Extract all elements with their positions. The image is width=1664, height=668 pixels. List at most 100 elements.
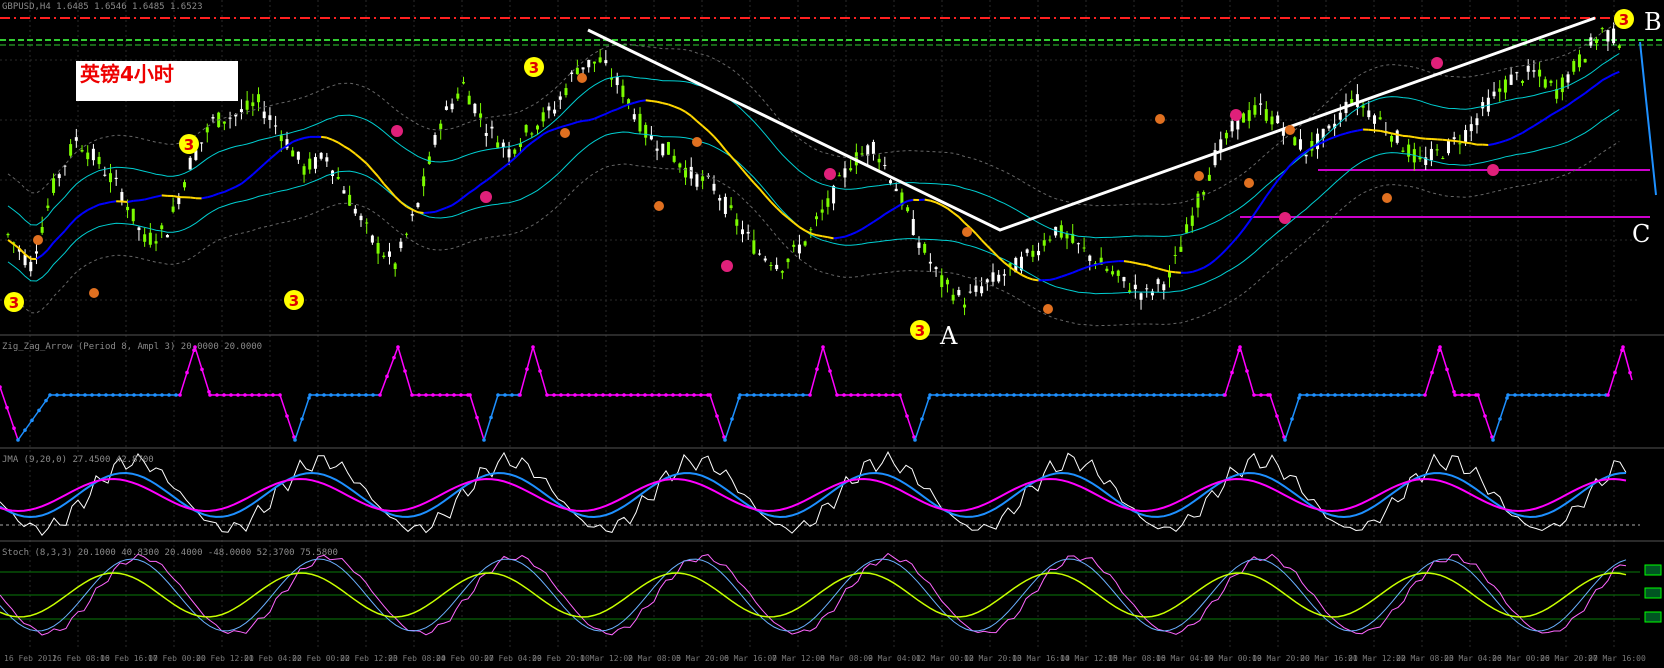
ma-segment [1254, 204, 1262, 214]
zigzag-dot [23, 428, 27, 432]
zigzag-dot [264, 393, 268, 397]
ma-segment [190, 196, 197, 200]
zigzag-dot [55, 393, 59, 397]
candle-body [547, 106, 551, 111]
ma-segment [1607, 73, 1615, 79]
ma-segment [1225, 242, 1233, 250]
zigzag-dot [1520, 393, 1524, 397]
ma-segment [1556, 107, 1563, 113]
candle-body [1429, 148, 1433, 161]
zigzag-dot [1305, 393, 1309, 397]
ma-segment [446, 204, 453, 209]
candle-body [1156, 279, 1160, 285]
ma-segment [651, 99, 658, 103]
zigzag-dot [1326, 393, 1330, 397]
ma-segment [303, 135, 310, 139]
zigzag-dot [1583, 393, 1587, 397]
ma-segment [1100, 261, 1108, 265]
ma-segment [1203, 263, 1210, 269]
candle-body [1065, 233, 1069, 239]
candle-body [536, 125, 540, 130]
ma-segment [246, 173, 254, 180]
ma-segment [839, 235, 846, 239]
zigzag-dot [963, 393, 967, 397]
level-tag [1644, 587, 1662, 599]
candle-body [1162, 284, 1166, 291]
price-chart-canvas[interactable]: 3 3 3 3 3 3 [0, 0, 1664, 668]
zigzag-dot [650, 393, 654, 397]
zigzag-dot [898, 393, 902, 397]
zigzag-dot [856, 393, 860, 397]
candle-body [729, 205, 733, 209]
candle-body [120, 192, 124, 202]
ma-segment [1601, 76, 1609, 82]
zigzag-dot [160, 393, 164, 397]
ma-segment [13, 243, 21, 250]
zigzag-dot [1005, 393, 1009, 397]
ma-segment [1613, 70, 1620, 76]
ma-segment [218, 191, 225, 195]
ma-segment [679, 107, 687, 113]
x-axis-label: 8 Mar 08:00 [820, 654, 873, 663]
candle-body [439, 123, 443, 130]
ma-segment [212, 192, 220, 197]
ma-segment [1169, 270, 1176, 274]
zigzag-dot [1312, 393, 1316, 397]
zigzag-dot [1417, 393, 1421, 397]
zigzag-dot [1026, 393, 1030, 397]
ma-segment [1026, 276, 1034, 281]
ma-segment [656, 100, 664, 105]
ma-segment [952, 211, 960, 218]
zigzag-segment [519, 346, 534, 396]
zigzag-dot [0, 385, 2, 389]
wave-3-marker-text: 3 [1619, 11, 1629, 29]
zigzag-dot [475, 415, 479, 420]
zigzag-dot [622, 393, 626, 397]
zigzag-segment [1622, 346, 1633, 381]
stoch-header: Stoch (8,3,3) 20.1000 40.8300 20.4000 -4… [2, 548, 338, 558]
candle-body [507, 149, 511, 158]
zigzag-dot [877, 393, 881, 397]
candle-body [1037, 250, 1041, 256]
zigzag-dot [1187, 393, 1191, 397]
zigzag-dot [1110, 393, 1114, 397]
ma-segment [429, 210, 436, 214]
candle-body [866, 145, 870, 156]
ma-segment [263, 158, 271, 165]
candle-body [797, 244, 801, 254]
candle-body [883, 165, 887, 167]
ma-segment [1186, 270, 1193, 274]
zigzag-dot [1208, 393, 1212, 397]
zigzag-dot [1555, 393, 1559, 397]
zigzag-dot [545, 393, 549, 397]
candle-body [934, 267, 938, 270]
envelope-upper [7, 53, 1620, 239]
ma-segment [1129, 260, 1136, 265]
candle-body [1133, 284, 1137, 290]
ma-segment [1584, 88, 1592, 94]
ma-segment [1442, 138, 1449, 142]
zigzag-dot [392, 355, 396, 360]
fractal-down-icon [1279, 212, 1291, 224]
candle-body [353, 208, 357, 214]
candle-body [291, 150, 295, 157]
candle-body [1048, 239, 1052, 241]
zigzag-dot [278, 393, 282, 397]
candle-body [775, 264, 779, 270]
zigzag-dot [991, 393, 995, 397]
ma-segment [634, 100, 641, 104]
ma-segment [1066, 271, 1074, 276]
zigzag-dot [48, 393, 52, 397]
ma-segment [1374, 129, 1381, 132]
ma-segment [1140, 263, 1147, 267]
ma-segment [491, 171, 499, 178]
zigzag-dot [1033, 393, 1037, 397]
candle-body [1224, 132, 1228, 139]
zigzag-dot [1152, 393, 1156, 397]
x-axis-label: 7 Mar 12:00 [772, 654, 825, 663]
candle-body [940, 275, 944, 288]
ma-segment [349, 148, 356, 155]
zigzag-dot [1283, 438, 1287, 442]
candle-body [1503, 79, 1507, 93]
candle-body [1042, 240, 1046, 246]
